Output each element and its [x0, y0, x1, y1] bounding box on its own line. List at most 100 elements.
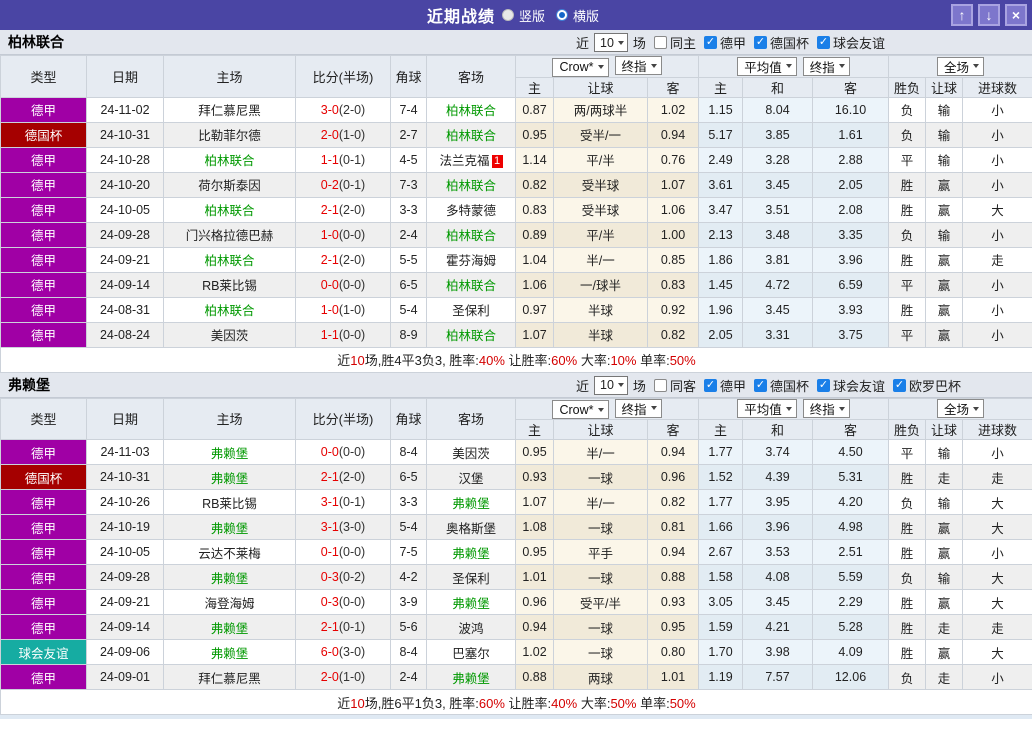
- odds-source-select[interactable]: Crow*: [552, 57, 609, 77]
- team-name: 柏林联合: [8, 34, 64, 50]
- league-checkbox-2[interactable]: [816, 378, 830, 392]
- odds-source-select[interactable]: 终指: [802, 399, 850, 419]
- half-time-score: (0-0): [338, 595, 366, 609]
- odds-avg_draw: 3.45: [742, 296, 813, 323]
- radio-vertical[interactable]: [501, 9, 514, 21]
- result-badge: 负: [888, 489, 926, 515]
- match-date: 24-09-14: [86, 614, 164, 640]
- games-count-select[interactable]: 10: [594, 33, 628, 52]
- league-badge: 德甲: [0, 246, 87, 273]
- goals-badge: 大: [961, 589, 1032, 615]
- odds-source-select[interactable]: 终指: [614, 56, 662, 75]
- home-team-cell: 拜仁慕尼黑: [163, 664, 296, 690]
- summary-text: 近10场,胜6平1负3, 胜率:60% 让胜率:40% 大率:50% 单率:50…: [0, 689, 1032, 715]
- score-cell: 3-0(2-0): [295, 96, 391, 123]
- odds-avg_home: 2.49: [698, 146, 743, 173]
- score-cell: 0-0(0-0): [295, 271, 391, 298]
- league-checkbox-label: 德国杯: [769, 378, 809, 394]
- summary-part: 10%: [610, 353, 637, 368]
- full-time-score: 0-3: [320, 570, 339, 584]
- league-checkbox-0[interactable]: [703, 36, 717, 49]
- goals-badge: 小: [961, 296, 1032, 323]
- chevron-down-icon: [617, 40, 624, 45]
- full-time-score: 2-0: [320, 670, 339, 684]
- goals-badge: 走: [961, 614, 1032, 640]
- radio-horizontal[interactable]: [556, 9, 568, 21]
- league-badge: 德国杯: [0, 464, 87, 490]
- corner-count: 5-4: [390, 514, 427, 540]
- match-date: 24-10-20: [86, 171, 164, 198]
- league-badge: 德甲: [0, 514, 87, 540]
- handicap_result-badge: 输: [925, 221, 963, 248]
- handicap_result-badge: 赢: [925, 296, 963, 323]
- match-row: 德甲 24-10-05 云达不莱梅 0-1(0-0) 7-5 弗赖堡 0.95 平手 0.94 2…: [0, 539, 1032, 565]
- match-row: 德甲 24-10-19 弗赖堡 3-1(3-0) 5-4 奥格斯堡 1.08 一球 0.81 1.…: [0, 514, 1032, 540]
- team-filter-bar: 弗赖堡 近 10 场 同客 德甲 德国杯 球会友谊 欧罗巴杯: [0, 372, 1032, 398]
- odds-source-select[interactable]: Crow*: [552, 400, 609, 419]
- odds-avg_draw: 3.81: [742, 246, 813, 273]
- radio-horizontal-label[interactable]: 横版: [573, 6, 599, 25]
- radio-vertical-label[interactable]: 竖版: [519, 6, 545, 25]
- match-row: 德国杯 24-10-31 比勒菲尔德 2-0(1-0) 2-7 柏林联合 0.95 受半/一 0…: [0, 121, 1032, 148]
- home-team-cell: 美因茨: [163, 321, 296, 348]
- odds-avg_home: 1.19: [698, 664, 743, 690]
- odds-handicap: 一球: [553, 464, 648, 490]
- select-value: 终指: [621, 60, 647, 74]
- odds-avg_away: 5.59: [812, 564, 889, 590]
- league-checkbox-1[interactable]: [753, 378, 767, 392]
- col-header-1: 日期: [86, 397, 164, 440]
- away-team: 法兰克福: [439, 154, 490, 168]
- games-count-select[interactable]: 10: [594, 375, 628, 395]
- odds-source-select[interactable]: 全场: [937, 399, 985, 419]
- home-team-cell: 弗赖堡: [163, 464, 296, 490]
- chevron-down-icon: [597, 407, 604, 412]
- home-team-cell: 柏林联合: [163, 246, 296, 273]
- score-cell: 1-0(0-0): [295, 221, 391, 248]
- horizontal-scrollbar[interactable]: [0, 715, 1032, 719]
- odds-crow_home: 1.04: [515, 246, 554, 273]
- match-row: 德甲 24-08-24 美因茨 1-1(0-0) 8-9 柏林联合 1.07 半球 0.82 2.…: [0, 321, 1032, 348]
- odds-handicap: 两/两球半: [553, 96, 648, 123]
- odds-crow_away: 1.00: [647, 221, 699, 248]
- odds-avg_home: 2.13: [698, 221, 743, 248]
- home-team: RB莱比锡: [202, 496, 257, 511]
- same-venue-checkbox[interactable]: [653, 36, 667, 49]
- score-cell: 0-1(0-0): [295, 539, 391, 565]
- score-cell: 2-1(0-1): [295, 614, 391, 640]
- sub-header-7: 让球: [925, 419, 963, 440]
- league-badge: 德甲: [0, 196, 87, 223]
- odds-source-select[interactable]: 全场: [937, 56, 985, 76]
- home-team: 美因茨: [210, 329, 249, 343]
- odds-avg_away: 2.88: [812, 146, 889, 173]
- odds-source-select[interactable]: 终指: [614, 398, 662, 418]
- odds-crow_home: 0.82: [515, 171, 554, 198]
- handicap_result-badge: 输: [925, 564, 963, 590]
- home-team: 荷尔斯泰因: [198, 179, 261, 193]
- near-label: 近: [576, 36, 590, 51]
- filter-controls: 近 10 场 同主 德甲 德国杯 球会友谊: [576, 30, 885, 55]
- odds-source-select[interactable]: 平均值: [737, 56, 797, 76]
- odds-avg_draw: 3.45: [742, 171, 813, 198]
- league-badge: 德甲: [0, 439, 87, 465]
- odds-source-select[interactable]: 平均值: [737, 399, 797, 419]
- odds-crow_home: 1.08: [515, 514, 554, 540]
- corner-count: 4-5: [390, 146, 427, 173]
- half-time-score: (0-0): [338, 327, 366, 342]
- scroll-down-button[interactable]: ↓: [978, 4, 1000, 26]
- corner-count: 7-5: [390, 539, 427, 565]
- league-checkbox-label: 欧罗巴杯: [909, 378, 962, 394]
- odds-handicap: 受半球: [553, 196, 648, 223]
- league-checkbox-1[interactable]: [753, 36, 767, 49]
- league-checkbox-0[interactable]: [703, 378, 717, 392]
- odds-crow_away: 1.06: [647, 196, 699, 223]
- same-venue-checkbox[interactable]: [653, 378, 667, 392]
- odds-source-select[interactable]: 终指: [802, 56, 850, 76]
- full-time-score: 3-1: [320, 520, 339, 534]
- result-badge: 平: [888, 439, 926, 465]
- close-button[interactable]: ×: [1005, 4, 1027, 26]
- odds-avg_draw: 3.45: [742, 589, 813, 615]
- league-checkbox-3[interactable]: [893, 378, 906, 392]
- league-checkbox-2[interactable]: [816, 36, 830, 49]
- away-team-cell: 奥格斯堡: [426, 514, 516, 540]
- scroll-up-button[interactable]: ↑: [951, 4, 973, 26]
